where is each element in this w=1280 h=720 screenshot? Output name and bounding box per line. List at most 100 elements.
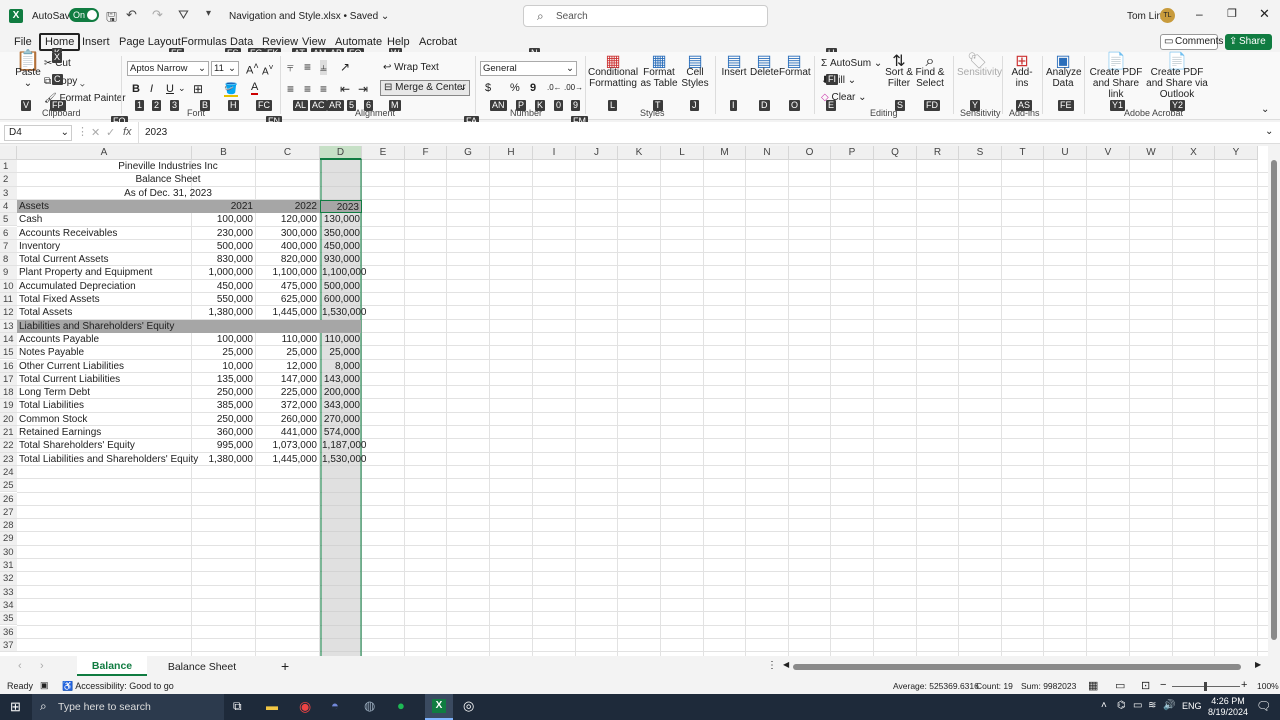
- windows-start-icon[interactable]: ⊞: [10, 699, 21, 715]
- row-header-5[interactable]: 5: [0, 213, 17, 227]
- taskbar-search[interactable]: ⌕ Type here to search: [32, 694, 224, 720]
- header-2021[interactable]: 2021: [192, 200, 255, 213]
- status-sum[interactable]: Sum: 9982023: [1021, 681, 1076, 691]
- column-header-r[interactable]: R: [917, 146, 959, 160]
- assets-header-label[interactable]: Assets: [17, 200, 191, 213]
- merge-center-button[interactable]: ⊟ Merge & Center ⌄: [380, 80, 470, 96]
- comma-button[interactable]: 9: [530, 82, 536, 94]
- liab-value-b[interactable]: 25,000: [192, 346, 255, 359]
- page-layout-view-icon[interactable]: ▭: [1115, 679, 1125, 692]
- name-box[interactable]: D4 ⌄: [4, 125, 72, 141]
- row-header-18[interactable]: 18: [0, 386, 17, 400]
- data-label[interactable]: Cash: [17, 213, 191, 226]
- row-header-6[interactable]: 6: [0, 226, 17, 240]
- liab-label[interactable]: Retained Earnings: [17, 426, 191, 439]
- addins-button[interactable]: ⊞ Add-ins: [1006, 54, 1038, 90]
- row-header-23[interactable]: 23: [0, 452, 17, 466]
- data-value-c[interactable]: 475,000: [256, 280, 319, 293]
- language-indicator[interactable]: ENG: [1182, 701, 1202, 711]
- vertical-scroll-thumb[interactable]: [1271, 160, 1277, 640]
- column-header-i[interactable]: I: [533, 146, 576, 160]
- row-header-26[interactable]: 26: [0, 492, 17, 506]
- row-header-8[interactable]: 8: [0, 253, 17, 267]
- data-value-d[interactable]: 350,000: [320, 227, 362, 240]
- discord-icon[interactable]: ◓: [331, 698, 339, 713]
- filename[interactable]: Navigation and Style.xlsx • Saved ⌄: [229, 11, 389, 22]
- data-value-b[interactable]: 100,000: [192, 213, 255, 226]
- row-header-21[interactable]: 21: [0, 426, 17, 440]
- clock-date[interactable]: 8/19/2024: [1204, 707, 1252, 717]
- data-value-c[interactable]: 120,000: [256, 213, 319, 226]
- liab-value-d[interactable]: 143,000: [320, 373, 362, 386]
- row-header-17[interactable]: 17: [0, 372, 17, 387]
- spotify-icon[interactable]: ●: [397, 698, 405, 713]
- row-header-22[interactable]: 22: [0, 439, 17, 453]
- percent-button[interactable]: %: [510, 82, 520, 94]
- liab-label[interactable]: Long Term Debt: [17, 386, 191, 399]
- autosave-toggle[interactable]: On: [69, 8, 99, 22]
- data-value-b[interactable]: 830,000: [192, 253, 255, 266]
- zoom-level[interactable]: 100%: [1257, 681, 1279, 691]
- data-value-c[interactable]: 1,445,000: [256, 306, 319, 319]
- column-header-q[interactable]: Q: [874, 146, 917, 160]
- orientation-icon[interactable]: ↗: [340, 60, 350, 74]
- align-left-icon[interactable]: ≡: [287, 82, 294, 96]
- row-header-9[interactable]: 9: [0, 266, 17, 280]
- data-value-d[interactable]: 930,000: [320, 253, 362, 266]
- row-header-35[interactable]: 35: [0, 612, 17, 626]
- conditional-formatting-button[interactable]: ▦ Conditional Formatting: [588, 54, 638, 90]
- liab-label[interactable]: Accounts Payable: [17, 333, 191, 346]
- column-header-j[interactable]: J: [576, 146, 618, 160]
- customize-qat-icon[interactable]: ▾: [206, 8, 211, 19]
- data-value-d[interactable]: 500,000: [320, 280, 362, 293]
- sheet-date[interactable]: As of Dec. 31, 2023: [17, 187, 319, 200]
- enter-icon[interactable]: ✓: [106, 126, 115, 139]
- tab-review[interactable]: Review: [262, 36, 298, 48]
- excel-taskbar-button[interactable]: X: [425, 694, 453, 720]
- restore-icon[interactable]: ❐: [1227, 7, 1237, 20]
- data-value-d[interactable]: 130,000: [320, 213, 362, 226]
- row-header-32[interactable]: 32: [0, 572, 17, 586]
- page-break-view-icon[interactable]: ⊡: [1141, 679, 1150, 692]
- format-cells-button[interactable]: ▤ Format: [779, 54, 811, 79]
- column-header-b[interactable]: B: [192, 146, 256, 160]
- zoom-slider-thumb[interactable]: [1204, 682, 1207, 691]
- delete-cells-button[interactable]: ▤ Delete: [750, 54, 779, 79]
- collapse-ribbon-icon[interactable]: ⌄: [1261, 104, 1269, 115]
- liab-label[interactable]: Notes Payable: [17, 346, 191, 359]
- data-label[interactable]: Accumulated Depreciation: [17, 280, 191, 293]
- data-label[interactable]: Total Assets: [17, 306, 191, 319]
- bold-button[interactable]: B: [132, 83, 140, 95]
- column-header-u[interactable]: U: [1044, 146, 1087, 160]
- increase-decimal-icon[interactable]: .0←: [547, 83, 562, 92]
- row-header-19[interactable]: 19: [0, 399, 17, 413]
- wifi-icon[interactable]: ≋: [1148, 700, 1156, 711]
- tray-chevron-icon[interactable]: ˄: [1101, 700, 1107, 711]
- insert-function-icon[interactable]: fx: [123, 126, 132, 138]
- data-label[interactable]: Inventory: [17, 240, 191, 253]
- currency-button[interactable]: $: [485, 82, 491, 94]
- liab-value-c[interactable]: 25,000: [256, 346, 319, 359]
- column-header-d[interactable]: D: [320, 146, 362, 160]
- row-header-28[interactable]: 28: [0, 519, 17, 533]
- horizontal-scroll-thumb[interactable]: [793, 664, 1241, 670]
- data-value-c[interactable]: 300,000: [256, 227, 319, 240]
- liab-value-d[interactable]: 8,000: [320, 360, 362, 373]
- row-header-34[interactable]: 34: [0, 598, 17, 613]
- data-label[interactable]: Plant Property and Equipment: [17, 266, 191, 279]
- format-icon[interactable]: ⛛: [178, 7, 189, 23]
- column-header-v[interactable]: V: [1087, 146, 1130, 160]
- row-header-33[interactable]: 33: [0, 585, 17, 599]
- column-header-f[interactable]: F: [405, 146, 447, 160]
- liab-label[interactable]: Common Stock: [17, 413, 191, 426]
- row-header-14[interactable]: 14: [0, 332, 17, 347]
- liab-value-d[interactable]: 574,000: [320, 426, 362, 439]
- share-button[interactable]: ⇪ Share: [1225, 34, 1272, 50]
- tab-insert[interactable]: Insert: [82, 36, 110, 48]
- insert-cells-button[interactable]: ▤ Insert: [720, 54, 748, 79]
- column-header-n[interactable]: N: [746, 146, 789, 160]
- close-icon[interactable]: ✕: [1259, 6, 1270, 22]
- sheet-tab-balance-sheet-styled[interactable]: Balance Sheet Styled: [152, 656, 252, 695]
- notifications-icon[interactable]: 🗨: [1256, 699, 1271, 713]
- sensitivity-button[interactable]: 🏷 Sensitivity: [957, 54, 1002, 79]
